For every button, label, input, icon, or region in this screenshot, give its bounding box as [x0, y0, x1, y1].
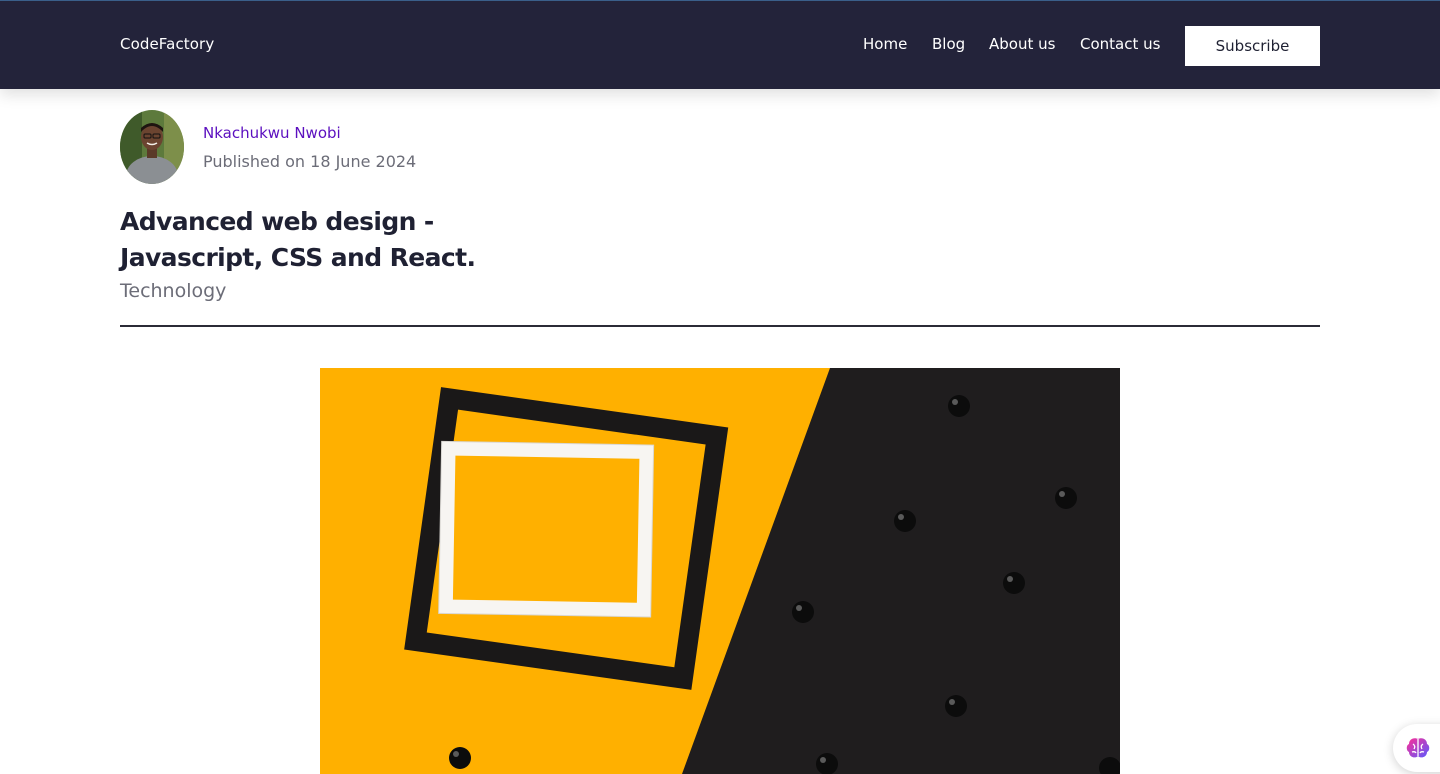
nav-link-about-us[interactable]: About us	[989, 35, 1055, 53]
publish-date: Published on 18 June 2024	[203, 152, 417, 171]
article-category: Technology	[120, 280, 227, 302]
brain-icon	[1406, 738, 1430, 758]
hero-image	[320, 368, 1120, 774]
avatar[interactable]	[120, 110, 184, 184]
author-name-link[interactable]: Nkachukwu Nwobi	[203, 124, 341, 142]
article-title: Advanced web design - Javascript, CSS an…	[120, 207, 476, 272]
author-block: Nkachukwu Nwobi Published on 18 June 202…	[120, 110, 720, 184]
assistant-button[interactable]	[1393, 724, 1440, 772]
nav-link-blog[interactable]: Blog	[932, 35, 965, 53]
title-divider	[120, 325, 1320, 327]
nav-link-home[interactable]: Home	[863, 35, 907, 53]
nav-link-contact-us[interactable]: Contact us	[1080, 35, 1160, 53]
top-navbar: CodeFactory Home Blog About us Contact u…	[0, 0, 1440, 89]
subscribe-button[interactable]: Subscribe	[1185, 26, 1320, 66]
